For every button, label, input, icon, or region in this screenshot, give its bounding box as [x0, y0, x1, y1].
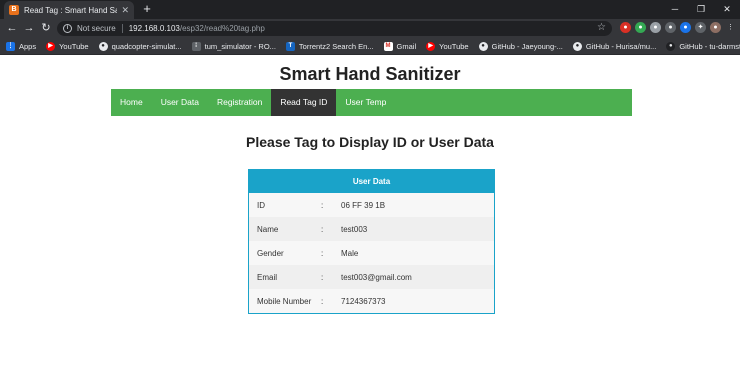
bookmark-label: Gmail — [396, 41, 417, 51]
bookmark-gmail[interactable]: M Gmail — [383, 41, 417, 51]
bookmark-label: YouTube — [439, 41, 469, 51]
minimize-icon[interactable]: ─ — [662, 0, 688, 19]
row-label: ID — [257, 200, 265, 210]
youtube-icon: ▶ — [46, 41, 56, 51]
bookmark-label: tum_simulator - RO... — [204, 41, 276, 51]
address-bar[interactable]: i Not secure 192.168.0.103 /esp32/read%2… — [57, 21, 612, 36]
row-value: Male — [341, 248, 359, 258]
bookmarks-bar: ⋮ Apps ▶ YouTube ● quadcopter-simulat... ⁞ t… — [0, 38, 740, 55]
bookmark-torrentz[interactable]: T Torrentz2 Search En... — [285, 41, 374, 51]
tab-title: Read Tag : Smart Hand Sanitizer — [24, 5, 118, 15]
browser-toolbar: ← → ↻ i Not secure 192.168.0.103 /esp32/… — [0, 19, 740, 38]
extension-green-icon[interactable]: ● — [635, 22, 646, 33]
bookmark-youtube[interactable]: ▶ YouTube — [46, 41, 89, 51]
nav-registration[interactable]: Registration — [208, 89, 271, 116]
apps-grid-icon: ⋮ — [6, 41, 15, 51]
nav-home[interactable]: Home — [111, 89, 152, 116]
table-row: Email : test003@gmail.com — [249, 265, 494, 289]
bookmark-label: YouTube — [59, 41, 89, 51]
page-content: Smart Hand Sanitizer Home User Data Regi… — [0, 56, 740, 392]
bookmark-github-jaeyoung[interactable]: ● GitHub - Jaeyoung-... — [478, 41, 563, 51]
row-colon: : — [321, 272, 324, 282]
row-label: Mobile Number — [257, 296, 312, 306]
ros-icon: ⁞ — [191, 41, 201, 51]
github-icon: ● — [572, 41, 582, 51]
table-row: Name : test003 — [249, 217, 494, 241]
url-path: /esp32/read%20tag.php — [179, 24, 265, 33]
site-navbar: Home User Data Registration Read Tag ID … — [111, 89, 632, 116]
bookmark-label: GitHub - Hurisa/mu... — [585, 41, 657, 51]
bookmark-label: GitHub - tu-darmst... — [679, 41, 740, 51]
row-value: 06 FF 39 1B — [341, 200, 386, 210]
tab-favicon-icon: B — [9, 5, 19, 15]
extension-red-icon[interactable]: ● — [620, 22, 631, 33]
extension-icons: ● ● ● ● ● ✦ ● ⋮ — [620, 22, 736, 33]
row-label: Gender — [257, 248, 284, 258]
table-row: Mobile Number : 7124367373 — [249, 289, 494, 313]
row-colon: : — [321, 248, 324, 258]
browser-tab[interactable]: B Read Tag : Smart Hand Sanitizer ✕ — [4, 1, 134, 19]
menu-kebab-icon[interactable]: ⋮ — [725, 22, 736, 33]
bookmark-star-icon[interactable]: ☆ — [597, 22, 606, 33]
github-icon: ● — [98, 41, 108, 51]
nav-read-tag-id[interactable]: Read Tag ID — [271, 89, 337, 116]
bookmark-github-hurisa[interactable]: ● GitHub - Hurisa/mu... — [572, 41, 657, 51]
profile-avatar-icon[interactable]: ● — [710, 22, 721, 33]
bookmark-youtube-2[interactable]: ▶ YouTube — [426, 41, 469, 51]
bookmark-github-quadcopter[interactable]: ● quadcopter-simulat... — [98, 41, 182, 51]
security-label: Not secure — [77, 24, 116, 33]
page-heading: Please Tag to Display ID or User Data — [246, 134, 494, 150]
bookmark-github-tu-darmstadt[interactable]: ●GitHub - tu-darmst... — [666, 41, 740, 51]
row-colon: : — [321, 200, 324, 210]
row-value: 7124367373 — [341, 296, 386, 306]
window-controls: ─ ❐ ✕ — [662, 0, 740, 19]
row-colon: : — [321, 296, 324, 306]
url-host: 192.168.0.103 — [128, 24, 180, 33]
browser-tabstrip: B Read Tag : Smart Hand Sanitizer ✕ + ─ … — [0, 0, 740, 19]
reload-icon[interactable]: ↻ — [38, 20, 54, 36]
user-data-table: User Data ID : 06 FF 39 1B Name : test00… — [248, 169, 495, 314]
site-title: Smart Hand Sanitizer — [279, 64, 461, 84]
extension-dark-icon[interactable]: ● — [665, 22, 676, 33]
tab-close-icon[interactable]: ✕ — [121, 5, 129, 16]
back-icon[interactable]: ← — [4, 20, 20, 36]
gmail-icon: M — [383, 41, 393, 51]
row-label: Name — [257, 224, 279, 234]
bookmark-label: Torrentz2 Search En... — [298, 41, 374, 51]
bookmark-apps[interactable]: ⋮ Apps — [6, 41, 37, 51]
nav-user-data[interactable]: User Data — [152, 89, 208, 116]
nav-user-temp[interactable]: User Temp — [336, 89, 395, 116]
row-colon: : — [321, 224, 324, 234]
bookmark-label: Apps — [19, 41, 37, 51]
bookmark-tum-simulator[interactable]: ⁞ tum_simulator - RO... — [191, 41, 276, 51]
table-header: User Data — [249, 170, 494, 193]
youtube-icon: ▶ — [426, 41, 436, 51]
row-value: test003 — [341, 224, 368, 234]
row-label: Email — [257, 272, 278, 282]
extension-grey-icon[interactable]: ● — [650, 22, 661, 33]
table-row: Gender : Male — [249, 241, 494, 265]
forward-icon[interactable]: → — [21, 20, 37, 36]
github-icon: ● — [666, 41, 676, 51]
row-value: test003@gmail.com — [341, 272, 412, 282]
bookmark-label: quadcopter-simulat... — [111, 41, 182, 51]
torrentz-icon: T — [285, 41, 295, 51]
github-icon: ● — [478, 41, 488, 51]
maximize-icon[interactable]: ❐ — [688, 0, 714, 19]
table-row: ID : 06 FF 39 1B — [249, 193, 494, 217]
info-icon[interactable]: i — [63, 24, 72, 33]
new-tab-button[interactable]: + — [140, 1, 154, 17]
puzzle-extensions-icon[interactable]: ✦ — [695, 22, 706, 33]
close-window-icon[interactable]: ✕ — [714, 0, 740, 19]
address-divider — [121, 24, 123, 33]
bookmark-label: GitHub - Jaeyoung-... — [491, 41, 563, 51]
extension-blue-icon[interactable]: ● — [680, 22, 691, 33]
